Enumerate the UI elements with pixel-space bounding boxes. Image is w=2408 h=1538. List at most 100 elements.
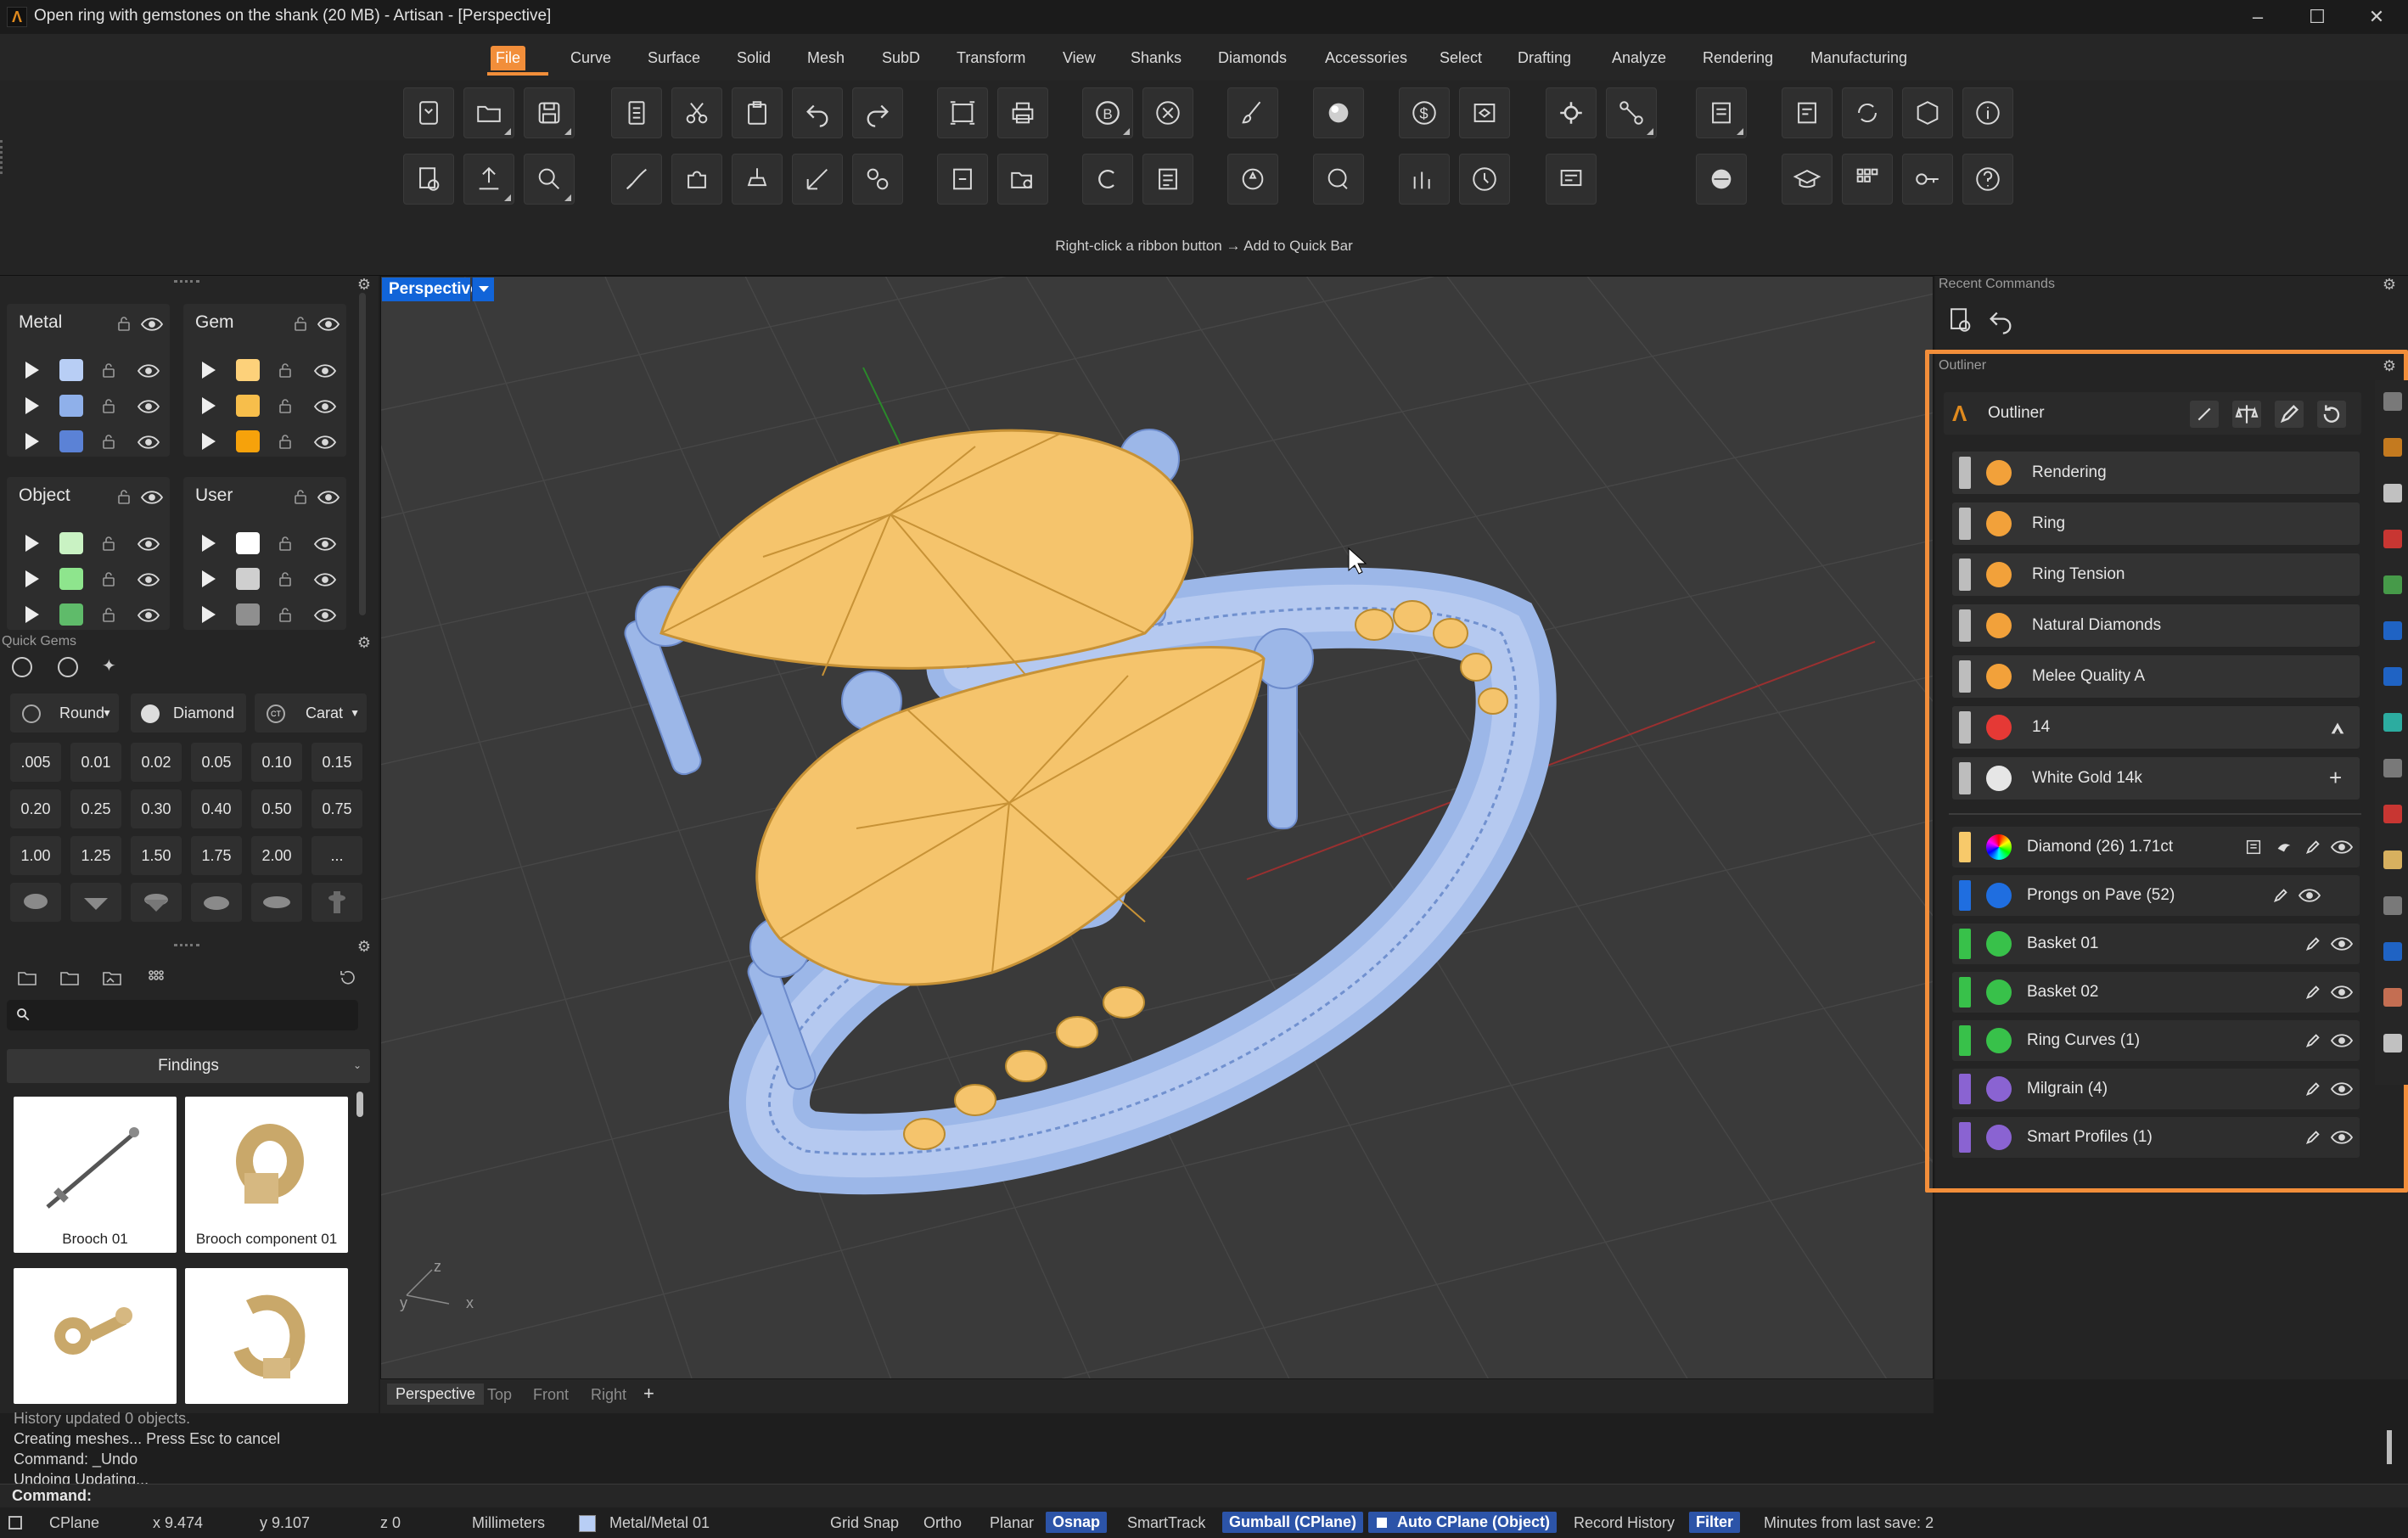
gem-size-button[interactable]: .005	[10, 743, 61, 782]
layer-lock-icon[interactable]	[278, 362, 292, 378]
ortho-toggle[interactable]: Ortho	[923, 1514, 962, 1532]
gem-size-button[interactable]: 0.75	[312, 789, 362, 828]
toggle-icon[interactable]	[2383, 1034, 2402, 1052]
paste-icon[interactable]	[732, 87, 783, 138]
key-icon[interactable]	[1902, 154, 1953, 205]
layer-color-swatch[interactable]	[236, 359, 260, 381]
grid-snap-toggle[interactable]: Grid Snap	[830, 1514, 899, 1532]
gem-size-button[interactable]: 2.00	[251, 836, 302, 875]
save-icon[interactable]	[524, 87, 575, 138]
expand-layer-arrow-icon[interactable]	[25, 535, 39, 552]
sync-icon[interactable]	[1842, 87, 1893, 138]
grid-icon[interactable]	[1842, 154, 1893, 205]
library-search-input[interactable]	[7, 1000, 358, 1030]
gem-size-button[interactable]: 0.25	[70, 789, 121, 828]
menu-surface[interactable]: Surface	[643, 46, 705, 70]
layer-color-swatch[interactable]	[236, 430, 260, 452]
stamp-icon[interactable]	[732, 154, 783, 205]
edit-pencil-icon[interactable]	[2304, 1128, 2322, 1147]
measure-icon[interactable]	[792, 154, 843, 205]
layer-visibility-eye-icon[interactable]	[137, 364, 160, 378]
outliner-property-row[interactable]: Ring	[1952, 502, 2360, 545]
artisan-logo-icon[interactable]	[2383, 438, 2402, 457]
channel-cut-icon[interactable]	[251, 883, 302, 922]
gem-badge-icon[interactable]	[1227, 154, 1278, 205]
menu-solid[interactable]: Solid	[732, 46, 776, 70]
cost-icon[interactable]	[2383, 988, 2402, 1007]
layer-color-swatch[interactable]	[236, 395, 260, 417]
layer-visibility-eye-icon[interactable]	[313, 573, 337, 587]
list-settings-icon[interactable]	[1782, 87, 1833, 138]
ring-size-gauge-icon[interactable]	[2327, 718, 2346, 737]
gem-size-button[interactable]: 1.00	[10, 836, 61, 875]
round-cut-icon[interactable]	[10, 883, 61, 922]
components-icon[interactable]	[852, 154, 903, 205]
folder-search-icon[interactable]	[997, 154, 1048, 205]
visibility-eye-icon[interactable]	[2330, 1082, 2354, 1101]
layer-color-swatch[interactable]	[236, 603, 260, 626]
minimize-button[interactable]: –	[2228, 2, 2287, 32]
undo-icon[interactable]	[792, 87, 843, 138]
history-file-icon[interactable]	[1945, 306, 1974, 334]
edit-pencil-icon[interactable]	[2304, 935, 2322, 953]
report-icon[interactable]	[2244, 838, 2263, 856]
outliner-object-row[interactable]: Diamond (26) 1.71ct	[1952, 827, 2360, 867]
refresh-icon[interactable]	[2317, 401, 2346, 428]
bold-b-icon[interactable]: B	[1082, 87, 1133, 138]
menu-drafting[interactable]: Drafting	[1513, 46, 1576, 70]
add-folder-icon[interactable]	[15, 968, 39, 988]
outliner-object-row[interactable]: Basket 02	[1952, 972, 2360, 1013]
visibility-eye-icon[interactable]	[2298, 889, 2321, 907]
history-file-icon[interactable]	[403, 154, 454, 205]
gem-size-button[interactable]: 0.02	[131, 743, 182, 782]
mesh-blob-icon[interactable]	[1313, 154, 1364, 205]
layer-lock-icon[interactable]	[102, 398, 115, 413]
cplane-label[interactable]: CPlane	[49, 1514, 99, 1532]
layer-visibility-eye-icon[interactable]	[313, 400, 337, 413]
material-sphere-icon[interactable]	[1313, 87, 1364, 138]
image-capture-icon[interactable]	[1459, 87, 1510, 138]
layer-lock-icon[interactable]	[278, 607, 292, 622]
visibility-eye-icon[interactable]	[2330, 937, 2354, 956]
seat-cut-icon[interactable]	[191, 883, 242, 922]
color-wheel-icon[interactable]	[2383, 575, 2402, 594]
outliner-object-row[interactable]: Smart Profiles (1)	[1952, 1117, 2360, 1158]
user-layer-lock-icon[interactable]	[294, 489, 307, 504]
expand-layer-arrow-icon[interactable]	[25, 362, 39, 379]
cost-dollar-icon[interactable]: $	[1399, 87, 1450, 138]
current-layer-label[interactable]: Metal/Metal 01	[609, 1514, 710, 1532]
layer-lock-icon[interactable]	[278, 571, 292, 587]
gem-layer-lock-icon[interactable]	[294, 316, 307, 331]
bezel-cut-icon[interactable]	[70, 883, 121, 922]
layer-lock-icon[interactable]	[102, 536, 115, 551]
expand-layer-arrow-icon[interactable]	[25, 606, 39, 623]
gem-size-button[interactable]: 1.50	[131, 836, 182, 875]
menu-transform[interactable]: Transform	[951, 46, 1030, 70]
weight-graph-icon[interactable]	[1399, 154, 1450, 205]
outliner-gear-icon[interactable]: ⚙	[2382, 358, 2397, 373]
new-file-icon[interactable]	[403, 87, 454, 138]
material-dropdown[interactable]: Diamond	[131, 693, 246, 733]
layer-visibility-eye-icon[interactable]	[137, 435, 160, 449]
help-icon[interactable]	[1962, 154, 2013, 205]
gumball-toggle[interactable]: Gumball (CPlane)	[1222, 1512, 1364, 1533]
outliner-property-row[interactable]: Melee Quality A	[1952, 655, 2360, 698]
layer-visibility-eye-icon[interactable]	[313, 537, 337, 551]
outliner-property-row[interactable]: 14	[1952, 706, 2360, 749]
blocks-icon[interactable]	[2383, 896, 2402, 915]
panel-grip[interactable]	[174, 280, 199, 283]
menu-mesh[interactable]: Mesh	[802, 46, 850, 70]
clock-icon[interactable]	[1459, 154, 1510, 205]
menu-file[interactable]: File	[491, 46, 526, 70]
gem-size-button[interactable]: 0.40	[191, 789, 242, 828]
curve-edit-icon[interactable]	[611, 154, 662, 205]
command-input[interactable]: Command:	[0, 1484, 2408, 1507]
export-layout-icon[interactable]	[937, 154, 988, 205]
zoom-extents-icon[interactable]	[937, 87, 988, 138]
layer-visibility-eye-icon[interactable]	[137, 573, 160, 587]
nodes-icon[interactable]	[1606, 87, 1657, 138]
menu-analyze[interactable]: Analyze	[1607, 46, 1671, 70]
visibility-eye-icon[interactable]	[2330, 1034, 2354, 1052]
visibility-eye-icon[interactable]	[2330, 985, 2354, 1004]
viewport-menu-chevron-icon[interactable]	[472, 278, 494, 301]
